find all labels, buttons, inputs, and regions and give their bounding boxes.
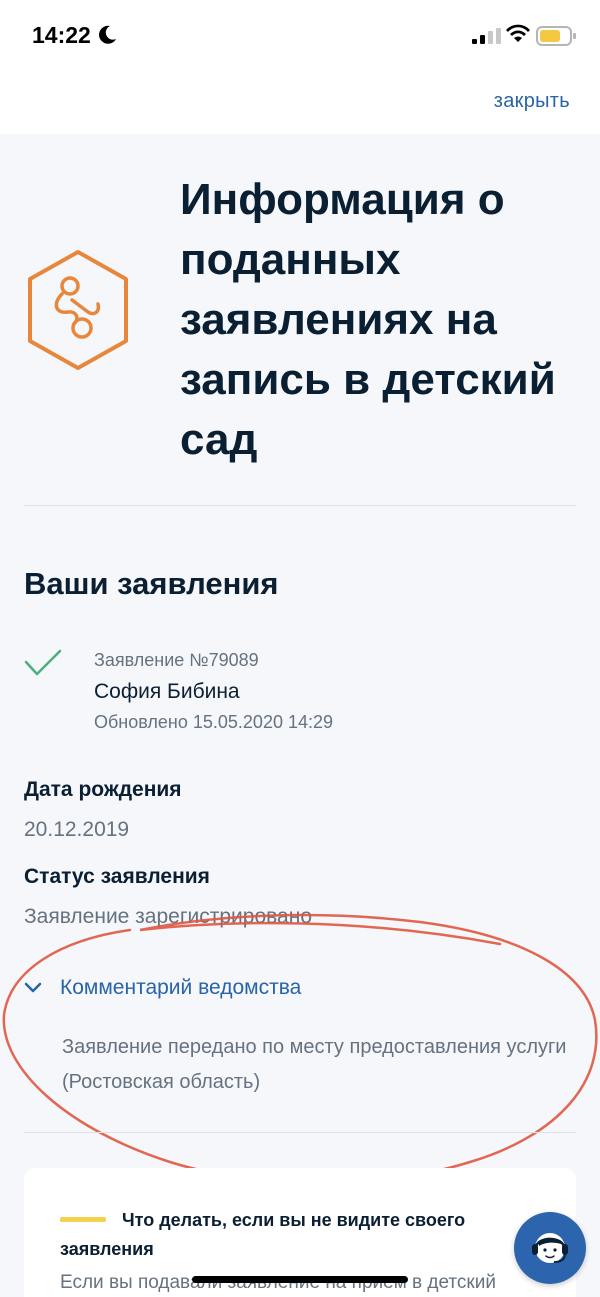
moon-icon	[99, 25, 116, 44]
status-label: Статус заявления	[24, 865, 210, 888]
birth-date-label: Дата рождения	[24, 778, 182, 801]
support-button[interactable]	[514, 1212, 586, 1284]
cellular-signal-icon	[472, 28, 501, 44]
child-name: София Бибина	[94, 680, 240, 703]
support-operator-icon	[532, 1233, 568, 1263]
chevron-down-icon	[24, 982, 42, 993]
status-time: 14:22	[32, 22, 91, 48]
status-value: Заявление зарегистрировано	[24, 905, 313, 928]
comment-toggle[interactable]: Комментарий ведомства	[24, 972, 301, 1004]
comment-toggle-label: Комментарий ведомства	[60, 976, 302, 999]
battery-icon	[536, 26, 576, 46]
application-number: Заявление №79089	[94, 650, 259, 670]
info-card-title: Что делать, если вы не видите своего зая…	[60, 1210, 466, 1259]
page-title: Информация о поданных заявлениях на запи…	[180, 175, 556, 464]
pacifier-icon	[28, 250, 128, 370]
divider	[24, 1132, 576, 1133]
status-bar: 14:22	[0, 0, 600, 72]
birth-date-value: 20.12.2019	[24, 818, 130, 841]
section-title: Ваши заявления	[24, 566, 279, 601]
comment-text: Заявление передано по месту предоставлен…	[62, 1036, 567, 1093]
updated-timestamp: Обновлено 15.05.2020 14:29	[94, 712, 334, 732]
check-icon	[24, 649, 62, 676]
top-bar: закрыть	[0, 72, 600, 134]
wifi-icon	[506, 24, 530, 42]
close-link[interactable]: закрыть	[494, 90, 570, 113]
divider	[24, 505, 576, 506]
home-indicator	[192, 1276, 408, 1283]
